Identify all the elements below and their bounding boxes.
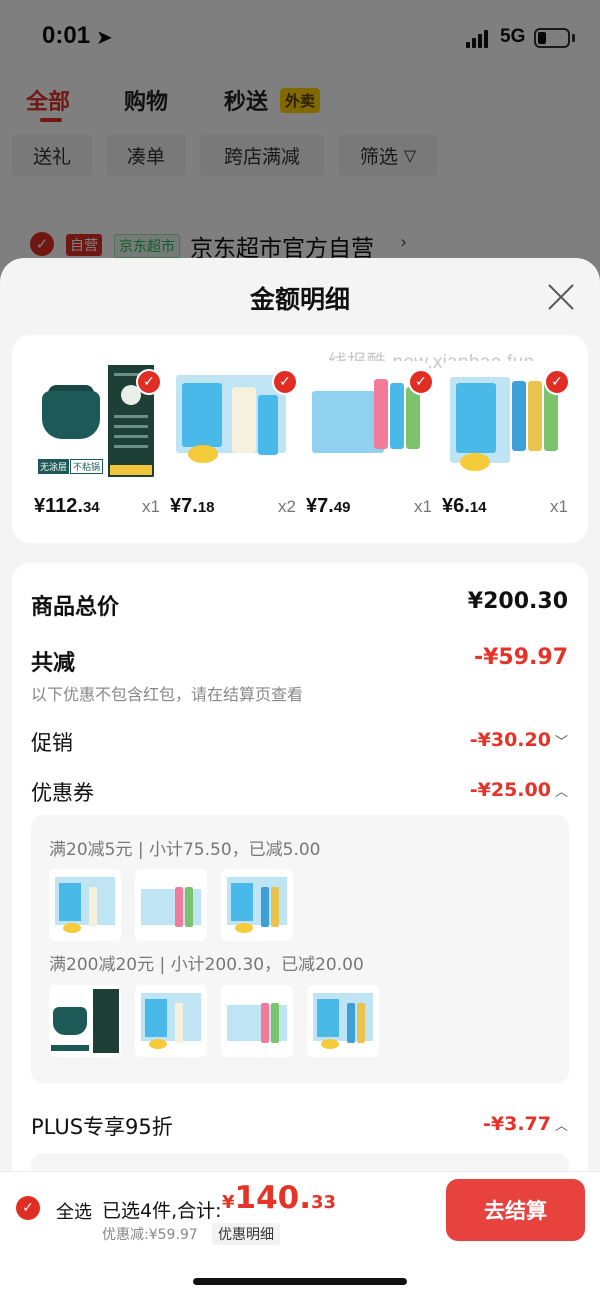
chevron-down-icon: ﹀ [554, 735, 568, 750]
discount-value: -¥59.97 [473, 645, 568, 670]
plus-discount-label: PLUS专享95折 [31, 1115, 173, 1139]
item-check-icon[interactable]: ✓ [544, 369, 570, 395]
item-check-icon[interactable]: ✓ [136, 369, 162, 395]
item-price: ¥7.18 [170, 495, 215, 517]
coupon-item-thumbnail [221, 985, 293, 1057]
plus-discount-value: -¥3.77 [483, 1113, 551, 1135]
coupon-item-thumbnail [135, 869, 207, 941]
coupon-row-toggle[interactable]: -¥25.00 ︿ [470, 779, 568, 801]
product-item[interactable]: ✓ ¥7.18 x2 [164, 361, 298, 533]
chevron-up-icon: ︿ [554, 785, 568, 800]
item-quantity: x1 [414, 497, 432, 516]
home-indicator[interactable] [193, 1278, 407, 1285]
promo-label: 促销 [31, 731, 73, 755]
total-price-value: ¥200.30 [467, 589, 568, 614]
discount-detail-link[interactable]: 优惠明细 [212, 1223, 280, 1245]
chevron-up-icon: ︿ [554, 1119, 568, 1134]
item-price: ¥6.14 [442, 495, 487, 517]
coupon-item-thumbnail [49, 985, 121, 1057]
discount-note: 以下优惠不包含红包，请在结算页查看 [31, 685, 304, 704]
plus-row-toggle[interactable]: -¥3.77 ︿ [483, 1113, 568, 1135]
home-indicator-area [0, 1246, 600, 1298]
coupon-item-thumbnail [221, 869, 293, 941]
checkout-button[interactable]: 去结算 [446, 1179, 585, 1241]
promo-row-toggle[interactable]: -¥30.20 ﹀ [470, 729, 568, 751]
select-all-label[interactable]: 全选 [56, 1198, 92, 1224]
product-summary-card: 线报酷-new.xianbao.fun 无涂层不粘锅 ✓ ¥112.34 x1 [12, 335, 588, 543]
select-all-check-icon[interactable]: ✓ [16, 1196, 40, 1220]
item-price: ¥112.34 [34, 495, 100, 517]
discount-label: 共减 [31, 651, 76, 676]
coupon-label: 优惠券 [31, 781, 94, 805]
product-item[interactable]: ✓ ¥6.14 x1 [436, 361, 570, 533]
total-price-label: 商品总价 [31, 595, 120, 620]
product-item[interactable]: 无涂层 不粘锅 ✓ ¥112.34 x1 [28, 361, 162, 533]
item-check-icon[interactable]: ✓ [408, 369, 434, 395]
item-quantity: x1 [142, 497, 160, 516]
close-icon[interactable] [546, 282, 576, 312]
promo-value: -¥30.20 [469, 729, 551, 751]
item-quantity: x2 [278, 497, 296, 516]
coupon-rule-line: 满200减20元 | 小计200.30，已减20.00 [49, 955, 364, 975]
coupon-item-thumbnail [135, 985, 207, 1057]
amount-detail-sheet: 金额明细 线报酷-new.xianbao.fun 无涂层 不粘锅 ✓ ¥112.3… [0, 258, 600, 1298]
item-check-icon[interactable]: ✓ [272, 369, 298, 395]
coupon-detail-box: 满20减5元 | 小计75.50，已减5.00 满200减20元 | 小计200… [31, 815, 569, 1083]
coupon-value: -¥25.00 [469, 779, 551, 801]
product-item[interactable]: ✓ ¥7.49 x1 [300, 361, 434, 533]
item-price: ¥7.49 [306, 495, 351, 517]
sheet-title: 金额明细 [249, 285, 350, 314]
saved-amount-text: 优惠减:¥59.97 [102, 1227, 198, 1243]
total-amount: ¥140.33 [222, 1180, 337, 1216]
item-quantity: x1 [550, 497, 568, 516]
checkout-bar: ✓ 全选 已选4件,合计: ¥140.33 优惠减:¥59.97 优惠明细 去结… [0, 1171, 600, 1246]
coupon-rule-line: 满20减5元 | 小计75.50，已减5.00 [49, 840, 321, 860]
coupon-item-thumbnail [307, 985, 379, 1057]
selected-count-text: 已选4件,合计: [102, 1200, 222, 1222]
coupon-item-thumbnail [49, 869, 121, 941]
